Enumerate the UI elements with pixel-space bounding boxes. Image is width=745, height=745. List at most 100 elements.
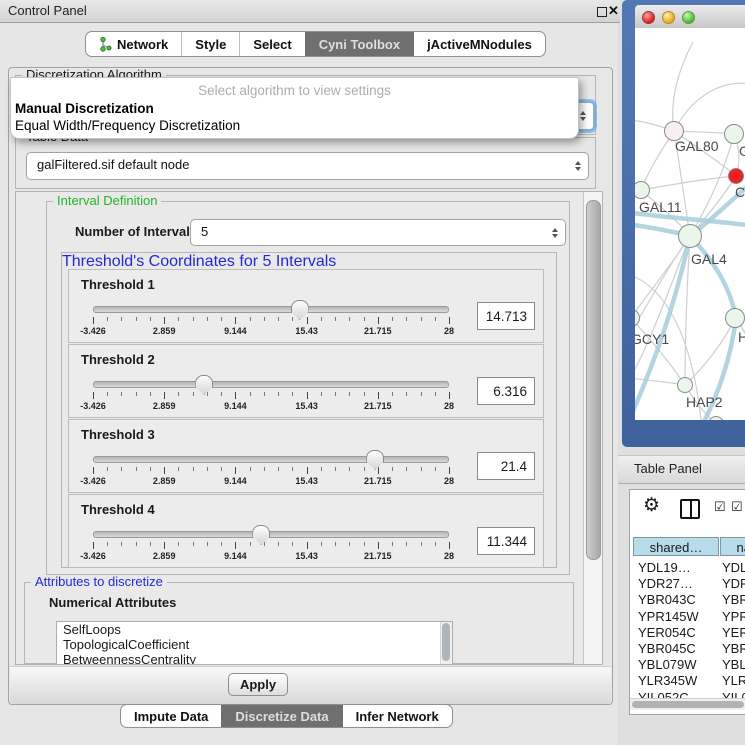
- tick-mark: [121, 392, 122, 396]
- attribute-item-selfloops[interactable]: SelfLoops: [57, 622, 452, 637]
- tick-mark: [178, 467, 179, 471]
- tick-mark: [250, 467, 251, 471]
- spinner-arrows-icon: [580, 111, 586, 121]
- tick-mark: [392, 467, 393, 471]
- threshold-slider[interactable]: -3.4262.8599.14415.4321.71528: [93, 373, 449, 413]
- threshold-box: Threshold 1 -3.4262.8599.14415.4321.7152…: [68, 269, 544, 343]
- cell-name: YBL0: [722, 657, 745, 673]
- tick-mark: [235, 392, 236, 399]
- table-scrollbar-thumb[interactable]: [632, 701, 744, 708]
- network-canvas[interactable]: GAL80GACGAL11GAL4GCY1HHAP2: [635, 28, 745, 420]
- tick-mark: [406, 317, 407, 321]
- tick-label: -3.426: [80, 551, 106, 561]
- slider-ticks: [93, 467, 449, 475]
- table-row[interactable]: YDL19…YDL1: [630, 560, 745, 576]
- slider-track[interactable]: [93, 531, 449, 538]
- slider-ticks: [93, 392, 449, 400]
- tab-network[interactable]: Network: [86, 32, 181, 56]
- attributes-group-title: Attributes to discretize: [31, 575, 167, 589]
- close-icon[interactable]: ✕: [608, 2, 619, 20]
- float-window-icon[interactable]: [597, 7, 607, 17]
- tick-mark: [178, 392, 179, 396]
- network-node[interactable]: [728, 168, 744, 184]
- table-row[interactable]: YBR043CYBR0: [630, 592, 745, 608]
- minimize-traffic-light[interactable]: [662, 11, 675, 24]
- network-node[interactable]: [677, 377, 693, 393]
- panel-scrollbar[interactable]: [583, 192, 602, 664]
- number-of-intervals-combobox[interactable]: 5: [190, 219, 566, 246]
- attribute-item-betweennesscentrality[interactable]: BetweennessCentrality: [57, 652, 452, 665]
- tab-impute-data[interactable]: Impute Data: [121, 705, 221, 727]
- node-label-hap2: HAP2: [686, 394, 723, 410]
- table-row[interactable]: YBR045CYBR0: [630, 641, 745, 657]
- algorithm-option-manual[interactable]: Manual Discretization: [15, 101, 154, 116]
- tick-mark: [449, 317, 450, 324]
- threshold-slider[interactable]: -3.4262.8599.14415.4321.71528: [93, 298, 449, 338]
- table-row[interactable]: YER054CYER0: [630, 625, 745, 641]
- network-node[interactable]: [724, 124, 744, 144]
- tab-style[interactable]: Style: [181, 32, 239, 56]
- checkbox-icon[interactable]: ☑: [731, 499, 743, 515]
- tab-select[interactable]: Select: [239, 32, 304, 56]
- threshold-value-field[interactable]: 11.344: [477, 527, 535, 555]
- table-data-combobox[interactable]: galFiltered.sif default node: [26, 152, 589, 180]
- node-label-h: H: [738, 329, 745, 345]
- tick-label: 15.43: [295, 476, 318, 486]
- tab-cyni-toolbox[interactable]: Cyni Toolbox: [305, 32, 413, 56]
- algorithm-option-equal-width[interactable]: Equal Width/Frequency Discretization: [15, 118, 240, 133]
- network-node[interactable]: [725, 308, 745, 328]
- tick-label: 9.144: [224, 326, 247, 336]
- attributes-scrollbar[interactable]: [440, 622, 452, 664]
- checkbox-icon[interactable]: ☑: [714, 499, 726, 515]
- attribute-item-topologicalcoefficient[interactable]: TopologicalCoefficient: [57, 637, 452, 652]
- threshold-box: Threshold 3 -3.4262.8599.14415.4321.7152…: [68, 419, 544, 493]
- tab-infer-network[interactable]: Infer Network: [342, 705, 452, 727]
- spinner-arrows-icon: [575, 161, 581, 171]
- table-row[interactable]: YLR345WYLR3: [630, 673, 745, 689]
- table-panel-titlebar: Table Panel: [618, 455, 745, 484]
- table-horizontal-scrollbar[interactable]: [630, 698, 745, 710]
- threshold-value-field[interactable]: 14.713: [477, 302, 535, 330]
- slider-track[interactable]: [93, 456, 449, 463]
- tick-mark: [178, 317, 179, 321]
- column-header-name[interactable]: na: [720, 537, 745, 556]
- network-edge: [673, 42, 693, 131]
- close-traffic-light[interactable]: [642, 11, 655, 24]
- tick-mark: [207, 467, 208, 471]
- table-row[interactable]: YPR145WYPR1: [630, 609, 745, 625]
- tick-label: -3.426: [80, 476, 106, 486]
- apply-button[interactable]: Apply: [228, 673, 288, 696]
- numerical-attributes-list[interactable]: SelfLoopsTopologicalCoefficientBetweenne…: [56, 621, 453, 665]
- zoom-traffic-light[interactable]: [682, 11, 695, 24]
- tick-mark: [264, 392, 265, 396]
- table-row[interactable]: YIL052CYIL0: [630, 690, 745, 699]
- slider-track[interactable]: [93, 381, 449, 388]
- tab-jactivemnodules[interactable]: jActiveMNodules: [413, 32, 545, 56]
- tick-mark: [221, 317, 222, 321]
- attributes-scrollbar-thumb[interactable]: [442, 623, 450, 661]
- threshold-slider[interactable]: -3.4262.8599.14415.4321.71528: [93, 448, 449, 488]
- panel-scrollbar-thumb[interactable]: [586, 200, 601, 560]
- tick-label: 21.715: [364, 551, 392, 561]
- tick-mark: [107, 467, 108, 471]
- threshold-value-field[interactable]: 21.4: [477, 452, 535, 480]
- table-row[interactable]: YBL079WYBL0: [630, 657, 745, 673]
- columns-icon[interactable]: [680, 499, 700, 519]
- tab-label: Network: [117, 37, 168, 52]
- tab-label: Impute Data: [134, 709, 208, 724]
- tick-mark: [207, 542, 208, 546]
- number-of-intervals-label: Number of Intervals: [75, 224, 197, 239]
- threshold-slider[interactable]: -3.4262.8599.14415.4321.71528: [93, 523, 449, 563]
- tab-discretize-data[interactable]: Discretize Data: [221, 705, 341, 727]
- tick-mark: [121, 317, 122, 321]
- table-row[interactable]: YDR27…YDR2: [630, 576, 745, 592]
- network-node[interactable]: [678, 224, 702, 248]
- gear-icon[interactable]: ⚙: [643, 494, 660, 517]
- tick-mark: [150, 467, 151, 471]
- threshold-value-field[interactable]: 6.316: [477, 377, 535, 405]
- slider-track[interactable]: [93, 306, 449, 313]
- algorithm-dropdown-popup: Select algorithm to view settings Manual…: [10, 77, 579, 139]
- tick-mark: [107, 542, 108, 546]
- network-view-window: GAL80GACGAL11GAL4GCY1HHAP2: [622, 0, 745, 447]
- column-header-shared-name[interactable]: shared…: [633, 537, 719, 556]
